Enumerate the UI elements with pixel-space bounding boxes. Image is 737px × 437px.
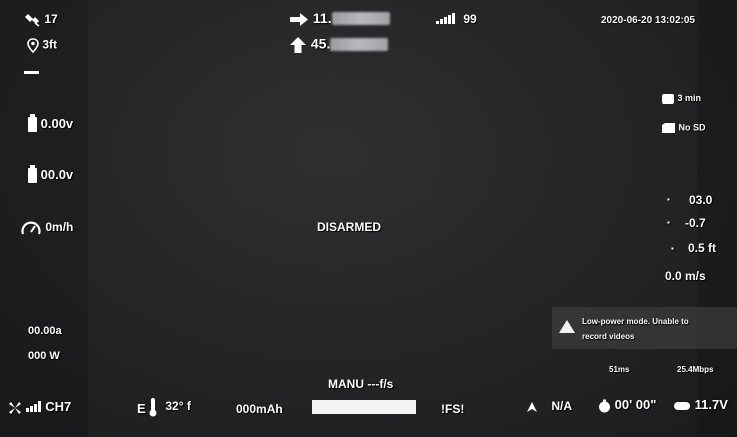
arrow-up-icon (290, 37, 306, 53)
goggle-voltage: 11.7V (673, 398, 728, 412)
altitude-prefix: ▪ (671, 244, 674, 253)
current-draw: 00.00a (28, 325, 62, 337)
distance-prefix: ▪ (667, 195, 670, 204)
flight-mode: MANU ---f/s (328, 377, 394, 391)
home-direction-bar (24, 71, 39, 74)
temperature: 32° f (148, 397, 191, 417)
record-time: 3 min (661, 92, 701, 105)
arrow-up-icon (527, 401, 537, 412)
battery-icon (28, 114, 37, 133)
signal-bars-icon (25, 401, 42, 414)
video-bitrate: 25.4Mbps (677, 365, 714, 374)
failsafe-indicator: !FS! (441, 402, 465, 416)
left-edge-panel (0, 0, 88, 437)
latitude: 11. (289, 11, 390, 27)
battery-icon (28, 165, 37, 184)
power-draw: 000 W (28, 350, 60, 362)
vertical-speed: 0.0 m/s (665, 269, 706, 283)
warning-triangle-icon (559, 320, 575, 333)
ground-speed: 0m/h (20, 220, 73, 236)
goggles-battery-icon (674, 401, 690, 410)
compass-heading: E (137, 401, 146, 416)
sd-card-status: No SD (661, 122, 706, 134)
rc-channel: CH7 (8, 400, 71, 415)
warning-text: Low-power mode. Unable to record videos (582, 317, 689, 341)
osd-screen: 17 3ft 11. 45. 99 2020-06-20 13:02:05 0.… (0, 0, 737, 437)
home-pin-icon (27, 38, 39, 53)
throttle-bar (312, 400, 416, 414)
longitude: 45. (289, 36, 389, 54)
video-latency: 51ms (609, 365, 630, 374)
signal-bars-icon (436, 13, 456, 26)
arrow-right-icon (290, 12, 308, 26)
camera-icon (662, 94, 674, 104)
satellite-icon (25, 13, 40, 27)
heading: N/A (526, 400, 572, 413)
date-time: 2020-06-20 13:02:05 (601, 15, 695, 26)
vertical-prefix: ▪ (667, 218, 670, 227)
mah-consumed: 000mAh (236, 402, 283, 416)
home-distance: 3ft (27, 38, 57, 53)
vertical-value: -0.7 (685, 216, 706, 230)
thermometer-icon (149, 398, 157, 417)
speedometer-icon (21, 221, 41, 235)
sd-card-icon (662, 123, 675, 133)
distance-value: 03.0 (689, 193, 713, 207)
fan-icon (9, 401, 21, 414)
link-quality: 99 (436, 13, 477, 26)
flight-time: 00' 00" (598, 398, 656, 413)
longitude-redacted (330, 37, 389, 51)
latitude-redacted (331, 12, 390, 25)
battery2-voltage: 00.0v (28, 165, 73, 184)
altitude-value: 0.5 ft (688, 241, 717, 255)
timer-icon (599, 399, 610, 413)
arm-status: DISARMED (317, 220, 382, 234)
battery1-voltage: 0.00v (28, 114, 73, 133)
satellite-count: 17 (25, 13, 58, 27)
